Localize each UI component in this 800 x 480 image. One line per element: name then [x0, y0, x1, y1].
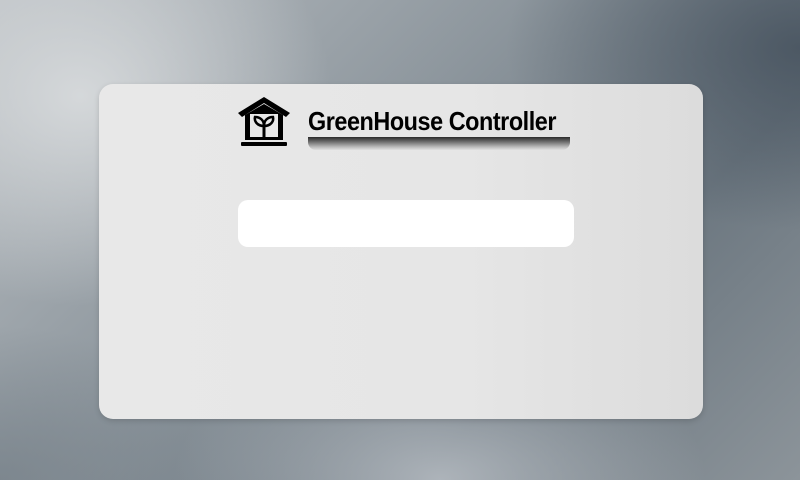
title-block: GreenHouse Controller: [308, 106, 570, 150]
main-input-field[interactable]: [238, 200, 574, 247]
greenhouse-sprout-icon: [238, 97, 290, 146]
title-underline-bar: [308, 137, 570, 150]
brand-header: GreenHouse Controller: [237, 96, 570, 156]
main-card: GreenHouse Controller: [99, 84, 703, 419]
app-title: GreenHouse Controller: [308, 106, 557, 136]
